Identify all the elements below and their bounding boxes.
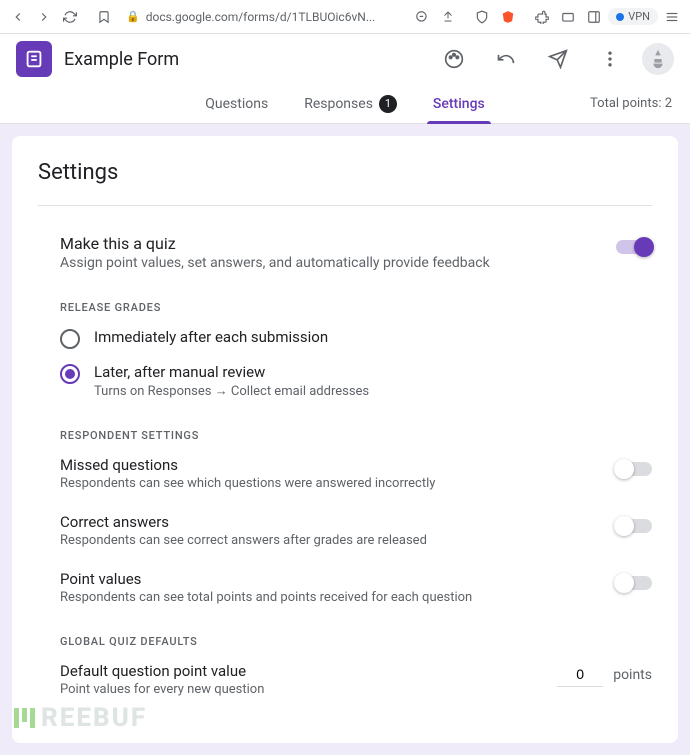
respondent-settings-header: RESPONDENT SETTINGS bbox=[60, 429, 652, 442]
forms-logo-icon[interactable] bbox=[16, 41, 52, 77]
radio-later[interactable]: Later, after manual review Turns on Resp… bbox=[60, 363, 652, 399]
radio-icon bbox=[60, 329, 80, 349]
app-header: Example Form bbox=[0, 34, 690, 84]
pointvals-toggle[interactable] bbox=[616, 576, 652, 590]
zoom-out-icon[interactable] bbox=[410, 5, 434, 29]
send-icon[interactable] bbox=[538, 39, 578, 79]
browser-toolbar: 🔒 docs.google.com/forms/d/1TLBUOic6vN...… bbox=[0, 0, 690, 34]
tab-questions[interactable]: Questions bbox=[199, 85, 274, 123]
release-grades-header: RELEASE GRADES bbox=[60, 301, 652, 314]
url-text: docs.google.com/forms/d/1TLBUOic6vN... bbox=[146, 10, 376, 24]
settings-card: Settings Make this a quiz Assign point v… bbox=[12, 136, 678, 743]
brave-icon[interactable] bbox=[496, 5, 520, 29]
watermark: REEBUF bbox=[14, 703, 147, 733]
back-button[interactable] bbox=[6, 5, 30, 29]
undo-icon[interactable] bbox=[486, 39, 526, 79]
correct-label: Correct answers bbox=[60, 513, 616, 531]
missed-label: Missed questions bbox=[60, 456, 616, 474]
correct-toggle[interactable] bbox=[616, 519, 652, 533]
correct-desc: Respondents can see correct answers afte… bbox=[60, 533, 616, 548]
quiz-label: Make this a quiz bbox=[60, 234, 616, 253]
reload-button[interactable] bbox=[58, 5, 82, 29]
tab-settings[interactable]: Settings bbox=[427, 85, 491, 123]
bookmark-icon[interactable] bbox=[92, 5, 116, 29]
quiz-toggle[interactable] bbox=[616, 240, 652, 254]
url-bar[interactable]: 🔒 docs.google.com/forms/d/1TLBUOic6vN... bbox=[118, 10, 408, 24]
share-icon[interactable] bbox=[436, 5, 460, 29]
tabs-row: Questions Responses1 Settings Total poin… bbox=[0, 84, 690, 124]
extensions-icon[interactable] bbox=[530, 5, 554, 29]
tab-responses[interactable]: Responses1 bbox=[298, 85, 403, 123]
vpn-badge[interactable]: VPN bbox=[608, 8, 658, 25]
default-point-input[interactable] bbox=[557, 662, 603, 687]
missed-desc: Respondents can see which questions were… bbox=[60, 476, 616, 491]
shield-icon[interactable] bbox=[470, 5, 494, 29]
quiz-desc: Assign point values, set answers, and au… bbox=[60, 255, 616, 271]
sidebar-icon[interactable] bbox=[582, 5, 606, 29]
radio-icon bbox=[60, 364, 80, 384]
radio-immediate[interactable]: Immediately after each submission bbox=[60, 328, 652, 349]
menu-icon[interactable] bbox=[660, 5, 684, 29]
responses-badge: 1 bbox=[379, 95, 397, 113]
total-points-label: Total points: 2 bbox=[590, 96, 672, 111]
pointvals-label: Point values bbox=[60, 570, 616, 588]
global-defaults-header: GLOBAL QUIZ DEFAULTS bbox=[60, 635, 652, 648]
form-title[interactable]: Example Form bbox=[64, 49, 422, 70]
lock-icon: 🔒 bbox=[126, 10, 140, 23]
default-point-label: Default question point value bbox=[60, 662, 557, 680]
more-icon[interactable] bbox=[590, 39, 630, 79]
points-suffix: points bbox=[613, 667, 652, 683]
palette-icon[interactable] bbox=[434, 39, 474, 79]
avatar[interactable] bbox=[642, 43, 674, 75]
wallet-icon[interactable] bbox=[556, 5, 580, 29]
default-point-desc: Point values for every new question bbox=[60, 682, 557, 697]
settings-heading: Settings bbox=[38, 160, 652, 206]
pointvals-desc: Respondents can see total points and poi… bbox=[60, 590, 616, 605]
missed-toggle[interactable] bbox=[616, 462, 652, 476]
forward-button[interactable] bbox=[32, 5, 56, 29]
